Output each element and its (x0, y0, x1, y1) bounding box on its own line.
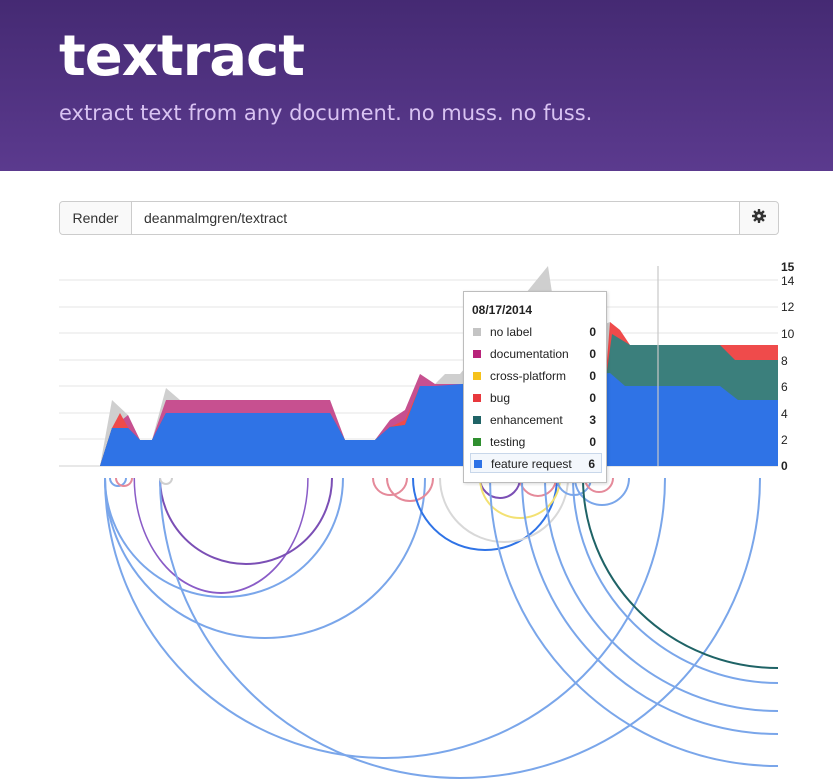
legend-swatch (473, 372, 481, 380)
issue-arc (372, 477, 408, 496)
tooltip-date: 08/17/2014 (472, 303, 533, 317)
issue-arcs (104, 477, 779, 779)
area-feature-request (100, 373, 778, 466)
y-tick-label: 10 (781, 327, 795, 341)
issue-arc (582, 477, 779, 669)
tooltip-value: 6 (588, 457, 595, 471)
tooltip-label: documentation (490, 347, 569, 361)
tooltip-value: 0 (589, 369, 596, 383)
issue-arc (104, 477, 426, 639)
chart-tooltip: 08/17/2014 no label 0 documentation 0 cr… (463, 291, 607, 483)
tooltip-label: no label (490, 325, 533, 339)
issue-arc (544, 477, 779, 712)
y-tick-label: 8 (781, 354, 788, 368)
tooltip-value: 0 (589, 391, 596, 405)
y-tick-label: 0 (781, 459, 788, 473)
issue-arc (159, 477, 333, 565)
y-axis-labels: 0 2 4 6 8 10 12 14 15 (781, 260, 795, 473)
tooltip-value: 0 (589, 347, 596, 361)
legend-swatch (473, 394, 481, 402)
tooltip-label: cross-platform (490, 369, 567, 383)
legend-swatch (473, 350, 481, 358)
tooltip-value: 0 (589, 325, 596, 339)
tooltip-label: bug (490, 391, 511, 405)
y-tick-label: 6 (781, 380, 788, 394)
tooltip-label: feature request (491, 457, 572, 471)
tooltip-row: enhancement 3 (470, 410, 602, 430)
legend-swatch (473, 328, 481, 336)
legend-swatch (473, 416, 481, 424)
issue-arc (386, 477, 434, 502)
issues-chart: 0 2 4 6 8 10 12 14 15 (59, 260, 795, 779)
issue-arc (159, 477, 761, 779)
tooltip-row: testing 0 (470, 432, 602, 452)
tooltip-row: cross-platform 0 (470, 366, 602, 386)
y-tick-label: 15 (781, 260, 795, 274)
tooltip-row: bug 0 (470, 388, 602, 408)
tooltip-label: enhancement (490, 413, 563, 427)
y-tick-label: 4 (781, 407, 788, 421)
tooltip-value: 0 (589, 435, 596, 449)
issue-arc (159, 477, 173, 485)
y-tick-label: 12 (781, 300, 795, 314)
tooltip-row: documentation 0 (470, 344, 602, 364)
tooltip-row-highlighted: feature request 6 (470, 453, 602, 473)
y-tick-label: 2 (781, 433, 788, 447)
legend-swatch (474, 460, 482, 468)
y-tick-label: 14 (781, 274, 795, 288)
tooltip-row: no label 0 (470, 322, 602, 342)
tooltip-label: testing (490, 435, 526, 449)
tooltip-value: 3 (589, 413, 596, 427)
legend-swatch (473, 438, 481, 446)
